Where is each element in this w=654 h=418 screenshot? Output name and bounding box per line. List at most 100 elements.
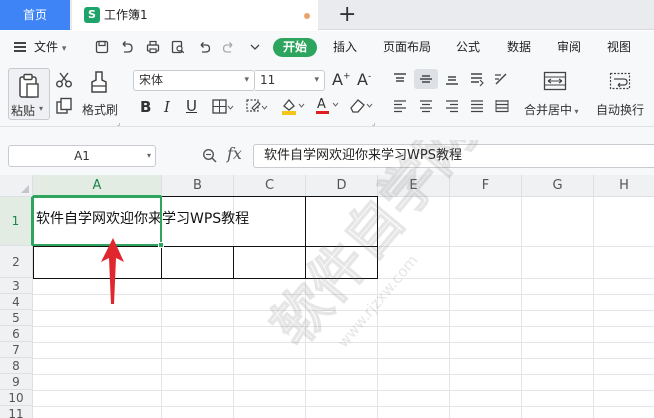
tab-page-layout[interactable]: 页面布局 bbox=[383, 31, 431, 63]
justify-icon[interactable] bbox=[469, 99, 485, 113]
font-name-value: 宋体 bbox=[139, 73, 164, 87]
row-header-6[interactable]: 6 bbox=[0, 326, 33, 342]
print-icon[interactable] bbox=[146, 40, 160, 54]
underline-button[interactable]: U bbox=[186, 97, 197, 115]
paste-label: 粘贴 bbox=[11, 104, 36, 118]
row-header-9[interactable]: 9 bbox=[0, 374, 33, 390]
italic-button[interactable]: I bbox=[164, 98, 170, 116]
cell-border bbox=[233, 246, 234, 279]
tab-home[interactable]: 首页 bbox=[0, 0, 70, 30]
unsaved-dot-icon bbox=[304, 13, 310, 19]
align-right-icon[interactable] bbox=[444, 99, 460, 113]
decrease-font-size-icon[interactable]: A- bbox=[357, 70, 371, 89]
column-header-f[interactable]: F bbox=[450, 175, 522, 197]
zoom-search-icon[interactable] bbox=[202, 148, 218, 164]
fill-color-icon[interactable] bbox=[280, 97, 306, 116]
column-header-e[interactable]: E bbox=[378, 175, 450, 197]
gridline bbox=[593, 197, 594, 418]
column-header-h[interactable]: H bbox=[594, 175, 654, 197]
format-painter-label[interactable]: 格式刷 bbox=[82, 101, 118, 118]
copy-icon[interactable] bbox=[55, 97, 73, 115]
tab-view[interactable]: 视图 bbox=[607, 31, 631, 63]
print-preview-icon[interactable] bbox=[171, 40, 185, 54]
gridline bbox=[33, 358, 654, 359]
clipboard-group-expand-icon[interactable]: ⌟ bbox=[117, 119, 120, 127]
gridline bbox=[33, 406, 654, 407]
align-top-icon[interactable] bbox=[392, 72, 408, 86]
row-header-5[interactable]: 5 bbox=[0, 310, 33, 326]
gridline bbox=[449, 197, 450, 418]
redo-icon[interactable] bbox=[222, 40, 236, 54]
wrap-text-label[interactable]: 自动换行 bbox=[596, 101, 644, 118]
align-middle-button[interactable] bbox=[414, 69, 438, 89]
row-header-10[interactable]: 10 bbox=[0, 390, 33, 406]
row-header-3[interactable]: 3 bbox=[0, 278, 33, 294]
tab-bar: 首页 S 工作簿1 + bbox=[0, 0, 654, 30]
wrap-text-icon[interactable] bbox=[609, 72, 631, 90]
merge-center-icon[interactable] bbox=[543, 71, 567, 91]
column-header-b[interactable]: B bbox=[162, 175, 234, 197]
tab-document[interactable]: S 工作簿1 bbox=[72, 0, 318, 30]
font-color-icon[interactable]: A bbox=[314, 96, 340, 116]
save-icon[interactable] bbox=[95, 40, 109, 54]
tab-review[interactable]: 审阅 bbox=[557, 31, 581, 63]
font-name-select[interactable]: 宋体 ▾ bbox=[133, 70, 255, 91]
tab-start[interactable]: 开始 bbox=[273, 38, 317, 57]
quick-access-dropdown-icon[interactable] bbox=[248, 40, 262, 54]
chevron-down-icon: ▾ bbox=[146, 151, 151, 160]
undo-history-icon[interactable] bbox=[120, 40, 134, 54]
new-tab-button[interactable]: + bbox=[338, 2, 356, 28]
font-group-expand-icon[interactable]: ⌟ bbox=[372, 119, 375, 127]
formula-input[interactable]: 软件自学网欢迎你来学习WPS教程 bbox=[253, 144, 654, 168]
column-header-g[interactable]: G bbox=[522, 175, 594, 197]
row-header-4[interactable]: 4 bbox=[0, 294, 33, 310]
chevron-down-icon: ▾ bbox=[244, 75, 249, 85]
cell-border bbox=[33, 278, 378, 279]
name-box-value: A1 bbox=[74, 149, 90, 163]
increase-font-size-icon[interactable]: A+ bbox=[332, 70, 351, 89]
chevron-down-icon: ▾ bbox=[314, 75, 319, 85]
file-menu[interactable]: 文件 ▾ bbox=[34, 31, 66, 65]
undo-icon[interactable] bbox=[197, 40, 211, 54]
font-size-value: 11 bbox=[260, 73, 276, 87]
row-header-2[interactable]: 2 bbox=[0, 246, 33, 278]
align-bottom-icon[interactable] bbox=[444, 72, 460, 86]
column-header-c[interactable]: C bbox=[234, 175, 306, 197]
menu-bar: 文件 ▾ 开始 插入 页面布局 公式 数据 审阅 视图 bbox=[0, 31, 654, 63]
merge-center-label[interactable]: 合并居中 ▾ bbox=[524, 101, 579, 118]
cut-icon[interactable] bbox=[55, 71, 73, 89]
select-all-corner[interactable] bbox=[0, 175, 33, 197]
tab-formulas[interactable]: 公式 bbox=[456, 31, 480, 63]
cell-border bbox=[33, 246, 378, 247]
tab-insert[interactable]: 插入 bbox=[333, 31, 357, 63]
align-left-icon[interactable] bbox=[392, 99, 408, 113]
tab-data[interactable]: 数据 bbox=[507, 31, 531, 63]
gridline bbox=[33, 374, 654, 375]
row-header-1[interactable]: 1 bbox=[0, 197, 33, 246]
menu-icon[interactable] bbox=[14, 42, 26, 52]
gridline bbox=[33, 310, 654, 311]
eraser-icon[interactable] bbox=[348, 97, 374, 115]
font-size-select[interactable]: 11 ▾ bbox=[255, 70, 325, 91]
text-direction-icon[interactable] bbox=[469, 71, 485, 87]
row-header-8[interactable]: 8 bbox=[0, 358, 33, 374]
active-cell-a1[interactable] bbox=[32, 196, 164, 248]
column-header-a[interactable]: A bbox=[33, 175, 162, 197]
paste-button[interactable]: 粘贴 ▾ bbox=[8, 68, 50, 120]
spreadsheet-icon: S bbox=[84, 7, 100, 23]
function-icon[interactable]: fx bbox=[227, 144, 242, 163]
borders-icon[interactable] bbox=[212, 99, 234, 115]
format-painter-icon[interactable] bbox=[89, 70, 109, 94]
gridline bbox=[33, 342, 654, 343]
distributed-align-icon[interactable] bbox=[494, 99, 510, 113]
column-header-d[interactable]: D bbox=[306, 175, 378, 197]
row-header-7[interactable]: 7 bbox=[0, 342, 33, 358]
cell-style-icon[interactable] bbox=[246, 99, 268, 115]
name-box[interactable]: A1 ▾ bbox=[8, 145, 156, 167]
row-header-11[interactable]: 11 bbox=[0, 406, 33, 418]
bold-button[interactable]: B bbox=[140, 98, 151, 116]
fill-handle[interactable] bbox=[158, 242, 164, 248]
orientation-icon[interactable] bbox=[493, 71, 509, 87]
align-center-icon[interactable] bbox=[418, 99, 434, 113]
paste-dropdown-icon[interactable]: ▾ bbox=[39, 104, 43, 113]
